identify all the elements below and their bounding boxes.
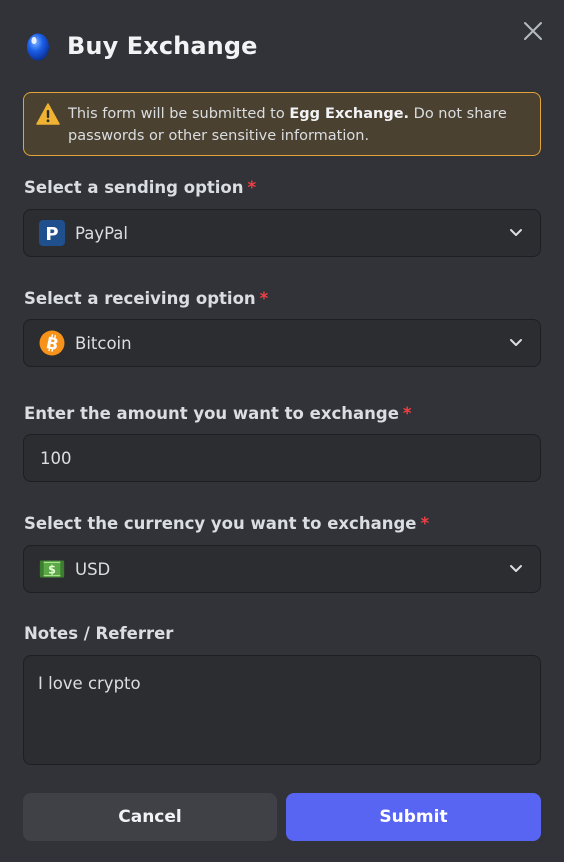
notes-textarea[interactable]: I love crypto xyxy=(23,655,541,765)
required-marker: * xyxy=(402,404,412,423)
receiving-option-label-text: Select a receiving option xyxy=(24,289,256,308)
warning-text-before: This form will be submitted to xyxy=(68,106,290,122)
blue-egg-icon xyxy=(24,28,52,64)
warning-text: This form will be submitted to Egg Excha… xyxy=(68,103,526,155)
required-marker: * xyxy=(247,178,257,197)
currency-value: USD xyxy=(75,559,111,579)
close-button[interactable] xyxy=(520,18,546,44)
amount-label: Enter the amount you want to exchange * xyxy=(24,404,412,423)
sending-option-select[interactable]: P PayPal xyxy=(23,209,541,257)
receiving-option-label: Select a receiving option * xyxy=(24,289,268,308)
chevron-down-icon xyxy=(508,335,524,351)
warning-destination: Egg Exchange. xyxy=(289,106,410,122)
buy-exchange-modal: Buy Exchange This form will be submitted… xyxy=(0,0,564,862)
dollar-banknote-icon: $ xyxy=(39,556,65,582)
currency-select[interactable]: $ USD xyxy=(23,545,541,593)
bitcoin-icon: B xyxy=(39,330,65,356)
notes-label: Notes / Referrer xyxy=(24,624,173,643)
chevron-down-icon xyxy=(508,225,524,241)
amount-input-value: 100 xyxy=(40,448,72,468)
notes-label-text: Notes / Referrer xyxy=(24,624,174,643)
receiving-option-value: Bitcoin xyxy=(75,333,132,353)
paypal-icon: P xyxy=(39,220,65,246)
sending-option-label: Select a sending option * xyxy=(24,178,256,197)
cancel-button-label: Cancel xyxy=(118,807,182,827)
sending-option-label-text: Select a sending option xyxy=(24,178,244,197)
warning-banner: This form will be submitted to Egg Excha… xyxy=(23,92,541,156)
receiving-option-select[interactable]: B Bitcoin xyxy=(23,319,541,367)
required-marker: * xyxy=(259,289,269,308)
chevron-down-icon xyxy=(508,561,524,577)
svg-text:$: $ xyxy=(48,564,56,577)
modal-header: Buy Exchange xyxy=(24,26,258,66)
required-marker: * xyxy=(420,514,430,533)
svg-text:P: P xyxy=(45,224,58,245)
close-icon xyxy=(524,22,542,40)
amount-input[interactable]: 100 xyxy=(23,434,541,482)
sending-option-value: PayPal xyxy=(75,223,128,243)
amount-label-text: Enter the amount you want to exchange xyxy=(24,404,399,423)
warning-icon xyxy=(36,103,60,125)
submit-button-label: Submit xyxy=(379,807,448,827)
submit-button[interactable]: Submit xyxy=(286,793,541,841)
currency-label: Select the currency you want to exchange… xyxy=(24,514,429,533)
cancel-button[interactable]: Cancel xyxy=(23,793,277,841)
currency-label-text: Select the currency you want to exchange xyxy=(24,514,417,533)
notes-textarea-value: I love crypto xyxy=(38,674,141,693)
modal-title: Buy Exchange xyxy=(67,32,258,60)
